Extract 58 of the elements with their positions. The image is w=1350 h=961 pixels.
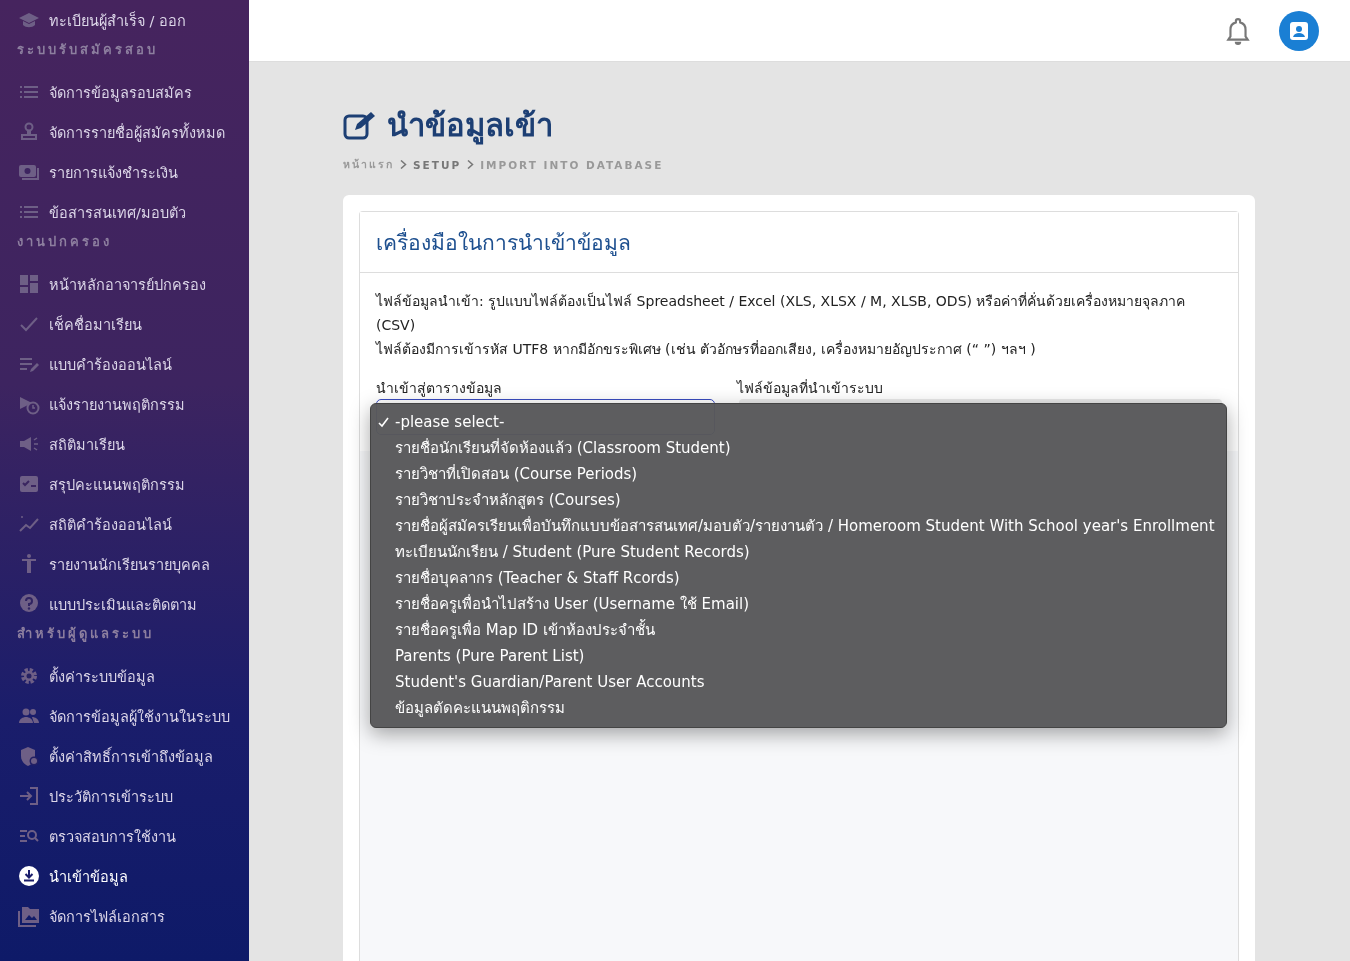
instruction-text: ไฟล์ข้อมูลนำเข้า: รูปแบบไฟล์ต้องเป็นไฟล์ Spreadsheet / Excel (XLS, XLSX / M, XLSB, ODS) หรือค่าที่คั่นด้วยเครื่องหมายจุลภาค (CSV) — [376, 291, 1187, 335]
sidebar-item[interactable]: แจ้งรายงานพฤติกรรม — [0, 384, 249, 424]
dashboard-icon — [18, 273, 40, 295]
login-icon — [18, 785, 40, 807]
edit-icon — [343, 110, 377, 140]
section-heading: งานปกครอง — [16, 233, 113, 251]
sidebar-item[interactable]: แบบประเมินและติดตาม — [0, 584, 249, 624]
sidebar-item[interactable]: จัดการข้อมูลผู้ใช้งานในระบบ — [0, 696, 249, 736]
instruction-text: ไฟล์ต้องมีการเข้ารหัส UTF8 หากมีอักขระพิเศษ (เช่น ตัวอักษรที่ออกเสียง, เครื่องหมายอัญประกาศ (“ ”) ฯลฯ ) — [376, 339, 1037, 359]
dropdown-option[interactable]: Student's Guardian/Parent User Accounts — [371, 669, 1226, 695]
dropdown-option[interactable]: รายชื่อนักเรียนที่จัดห้องแล้ว (Classroom Student) — [371, 435, 1226, 461]
dropdown-option[interactable]: Parents (Pure Parent List) — [371, 643, 1226, 669]
dropdown-option[interactable]: รายวิชาที่เปิดสอน (Course Periods) — [371, 461, 1226, 487]
sidebar-item[interactable]: ตรวจสอบการใช้งาน — [0, 816, 249, 856]
dropdown-option[interactable]: รายวิชาประจำหลักสูตร (Courses) — [371, 487, 1226, 513]
field-label: นำเข้าสู่ตารางข้อมูล — [376, 379, 503, 399]
dropdown-option[interactable]: รายชื่อบุคลากร (Teacher & Staff Rcords) — [371, 565, 1226, 591]
notification-bell-icon[interactable] — [1225, 16, 1251, 45]
sidebar-item[interactable]: รายการแจ้งชำระเงิน — [0, 152, 249, 192]
sidebar-item[interactable]: สรุปคะแนนพฤติกรรม — [0, 464, 249, 504]
sidebar-item[interactable]: ประวัติการเข้าระบบ — [0, 776, 249, 816]
sidebar-item[interactable]: นำเข้าข้อมูล — [0, 856, 249, 896]
checklist-icon — [18, 473, 40, 495]
sidebar-item[interactable]: จัดการรายชื่อผู้สมัครทั้งหมด — [0, 112, 249, 152]
dropdown-option[interactable]: รายชื่อผู้สมัครเรียนเพื่อบันทึกแบบข้อสารสนเทศ/มอบตัว/รายงานตัว / Homeroom Student With School year's Enrollment — [371, 513, 1226, 539]
stamp-icon — [18, 121, 40, 143]
chevron-icon — [467, 160, 475, 169]
field-label: ไฟล์ข้อมูลที่นำเข้าระบบ — [737, 378, 883, 399]
download-icon — [18, 865, 40, 887]
user-avatar[interactable] — [1279, 10, 1319, 51]
shield-icon — [18, 745, 40, 767]
sidebar-item[interactable]: ข้อสารสนเทศ/มอบตัว — [0, 192, 249, 232]
sidebar-item[interactable]: ตั้งค่าระบบข้อมูล — [0, 656, 249, 696]
sidebar-item[interactable]: รายงานนักเรียนรายบุคคล — [0, 544, 249, 584]
dropdown-option[interactable]: ทะเบียนนักเรียน / Student (Pure Student Records) — [371, 539, 1226, 565]
page-title: นำข้อมูลเข้า — [387, 106, 553, 147]
question-icon — [18, 593, 40, 615]
dropdown-option[interactable]: -please select- — [371, 409, 1226, 435]
sidebar-item[interactable]: จัดการข้อมูลรอบสมัคร — [0, 72, 249, 112]
settings-icon — [18, 665, 40, 687]
sidebar-item[interactable]: ทะเบียนผู้สำเร็จ / ออก — [0, 0, 249, 40]
section-heading: ระบบรับสมัครสอบ — [16, 41, 159, 59]
sidebar-item[interactable]: หน้าหลักอาจารย์ปกครอง — [0, 264, 249, 304]
sidebar-item[interactable]: เช็คชื่อมาเรียน — [0, 304, 249, 344]
dropdown-option[interactable]: ข้อมูลตัดคะแนนพฤติกรรม — [371, 695, 1226, 721]
breadcrumb-link[interactable]: SETUP — [413, 158, 462, 171]
image-folder-icon — [18, 905, 40, 927]
sidebar-item[interactable]: สถิติคำร้องออนไลน์ — [0, 504, 249, 544]
dropdown-option[interactable]: รายชื่อครูเพื่อนำไปสร้าง User (Username ใช้ Email) — [371, 591, 1226, 617]
sidebar-item[interactable]: แบบคำร้องออนไลน์ — [0, 344, 249, 384]
breadcrumb-current: IMPORT INTO DATABASE — [480, 158, 664, 171]
dropdown-option[interactable]: รายชื่อครูเพื่อ Map ID เข้าห้องประจำชั้น — [371, 617, 1226, 643]
sidebar-item[interactable]: จัดการไฟล์เอกสาร — [0, 896, 249, 936]
sidebar-item[interactable]: ตั้งค่าสิทธิ์การเข้าถึงข้อมูล — [0, 736, 249, 776]
sidebar-item[interactable]: สถิติมาเรียน — [0, 424, 249, 464]
section-heading: สำหรับผู้ดูแลระบบ — [16, 625, 155, 644]
chevron-icon — [400, 160, 407, 169]
panel-title: เครื่องมือในการนำเข้าข้อมูล — [376, 226, 1222, 259]
